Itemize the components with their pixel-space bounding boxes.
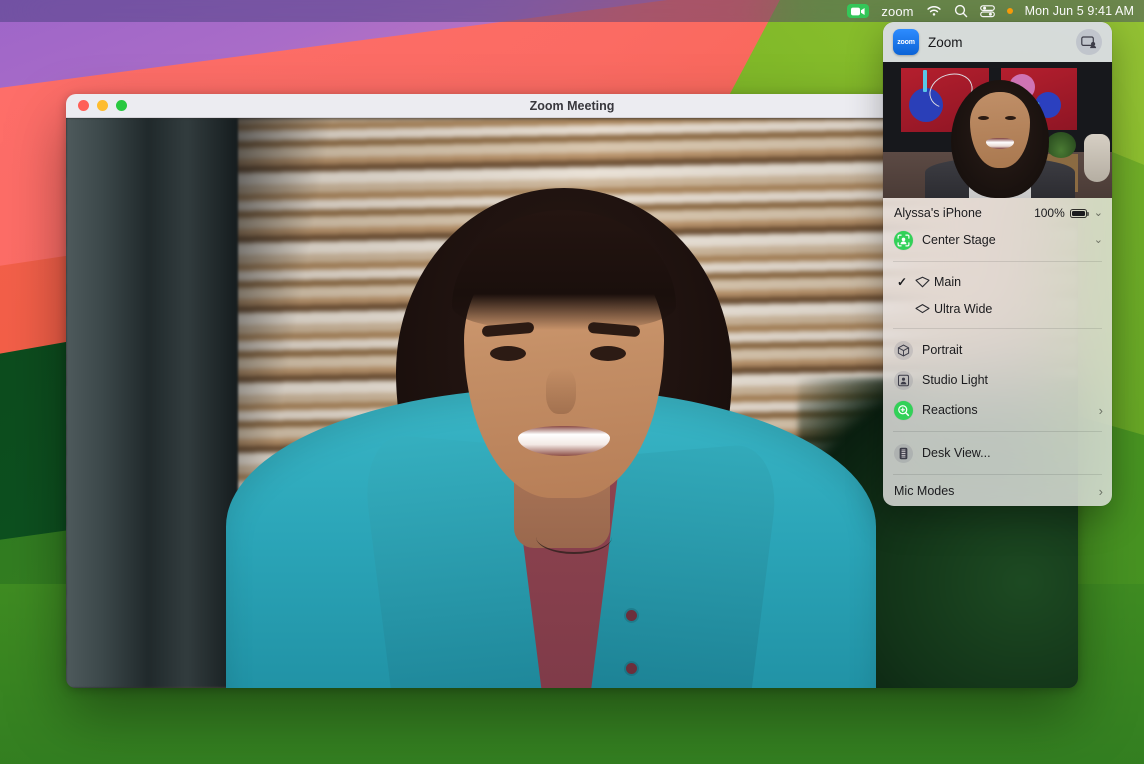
video-background-pillar xyxy=(66,118,238,688)
participant-shirt-button-1 xyxy=(626,610,637,621)
effect-portrait[interactable]: Portrait xyxy=(883,335,1112,365)
participant-eye-left xyxy=(490,346,526,361)
effect-studio-light[interactable]: Studio Light xyxy=(883,365,1112,395)
panel-divider-2 xyxy=(893,328,1102,329)
effect-studio-light-label: Studio Light xyxy=(922,373,988,387)
menu-bar-status-items[interactable]: zoom Mon Jun 5 9:41 xyxy=(847,0,1144,22)
mic-modes-label: Mic Modes xyxy=(894,484,954,498)
preview-plant xyxy=(1046,132,1076,158)
device-name: Alyssa's iPhone xyxy=(894,206,982,220)
effect-reactions[interactable]: Reactions › xyxy=(883,395,1112,425)
wifi-icon[interactable] xyxy=(926,0,942,22)
mic-modes-row[interactable]: Mic Modes › xyxy=(883,478,1112,506)
camera-mode-ultra-wide-label: Ultra Wide xyxy=(934,302,992,316)
portrait-cube-icon[interactable] xyxy=(894,341,913,360)
desk-view-section: Desk View... xyxy=(883,435,1112,471)
effect-reactions-label: Reactions xyxy=(922,403,978,417)
panel-divider-4 xyxy=(893,474,1102,475)
video-camera-icon[interactable] xyxy=(847,4,869,18)
reactions-icon[interactable] xyxy=(894,401,913,420)
camera-mode-main[interactable]: ✓ Main xyxy=(883,268,1112,295)
preview-eye-right xyxy=(1005,116,1016,120)
share-screen-icon[interactable] xyxy=(1076,29,1102,55)
battery-percent: 100% xyxy=(1034,206,1065,220)
device-battery: 100% ⌄ xyxy=(1034,206,1103,220)
chevron-right-icon[interactable]: › xyxy=(1099,485,1103,498)
close-button[interactable] xyxy=(78,100,89,111)
search-icon[interactable] xyxy=(954,0,968,22)
panel-title: Zoom xyxy=(928,35,963,50)
preview-art-stick-1 xyxy=(923,70,927,92)
video-effects-section: Portrait Studio Light Rea xyxy=(883,332,1112,428)
chevron-down-icon[interactable]: ⌄ xyxy=(1094,235,1103,246)
menu-bar-item-app-name[interactable]: zoom xyxy=(881,0,913,22)
lens-icon xyxy=(914,274,930,290)
center-stage-label: Center Stage xyxy=(922,233,996,247)
camera-preview xyxy=(883,62,1112,198)
studio-light-icon[interactable] xyxy=(894,371,913,390)
center-stage-icon[interactable] xyxy=(894,231,913,250)
checkmark-icon: ✓ xyxy=(894,275,910,289)
video-control-center-panel[interactable]: zoom Zoom Alys xyxy=(883,22,1112,506)
orange-indicator-dot xyxy=(1007,0,1013,22)
preview-eye-left xyxy=(978,116,989,120)
menu-bar-clock[interactable]: Mon Jun 5 9:41 AM xyxy=(1025,0,1134,22)
window-traffic-lights[interactable] xyxy=(66,100,127,111)
device-row[interactable]: Alyssa's iPhone 100% ⌄ xyxy=(883,201,1112,225)
participant-nose xyxy=(546,368,576,414)
effect-portrait-label: Portrait xyxy=(922,343,962,357)
desk-view-row[interactable]: Desk View... xyxy=(883,438,1112,468)
participant-eye-right xyxy=(590,346,626,361)
panel-divider-1 xyxy=(893,261,1102,262)
zoom-app-icon: zoom xyxy=(893,29,919,55)
desk-view-icon[interactable] xyxy=(894,444,913,463)
lens-icon xyxy=(914,301,930,317)
desk-view-label: Desk View... xyxy=(922,446,991,460)
camera-modes-section: ✓ Main Ultra Wide xyxy=(883,265,1112,325)
macos-menu-bar[interactable]: zoom Mon Jun 5 9:41 xyxy=(0,0,1144,22)
zoom-fullscreen-button[interactable] xyxy=(116,100,127,111)
camera-mode-main-label: Main xyxy=(934,275,961,289)
panel-divider-3 xyxy=(893,431,1102,432)
minimize-button[interactable] xyxy=(97,100,108,111)
control-center-icon[interactable] xyxy=(980,0,995,22)
panel-header: zoom Zoom xyxy=(883,22,1112,62)
camera-mode-ultra-wide[interactable]: Ultra Wide xyxy=(883,295,1112,322)
center-stage-row[interactable]: Center Stage ⌄ xyxy=(883,225,1112,255)
participant-shirt-button-2 xyxy=(626,663,637,674)
battery-full-icon xyxy=(1070,209,1087,218)
participant-necklace xyxy=(536,520,612,554)
preview-vase xyxy=(1084,134,1110,182)
chevron-right-icon[interactable]: › xyxy=(1099,404,1103,417)
device-section: Alyssa's iPhone 100% ⌄ Center Stage ⌄ xyxy=(883,198,1112,258)
chevron-down-icon[interactable]: ⌄ xyxy=(1094,208,1103,219)
menu-bar-item-camera[interactable] xyxy=(847,0,869,22)
